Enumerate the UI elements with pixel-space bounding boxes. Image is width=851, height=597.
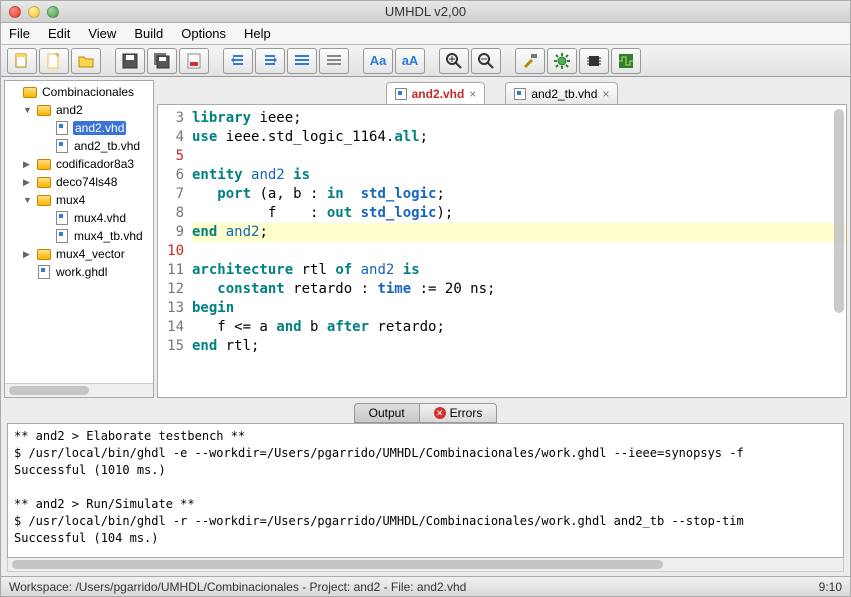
toolbar: AaaA	[1, 45, 850, 77]
editor-tabs: and2.vhd × and2_tb.vhd ×	[157, 80, 847, 104]
indent-right-icon[interactable]	[255, 48, 285, 74]
sidebar-scrollbar[interactable]	[5, 383, 153, 397]
editor-scrollbar[interactable]	[834, 109, 844, 313]
gear-icon[interactable]	[547, 48, 577, 74]
tree-root[interactable]: Combinacionales	[5, 83, 153, 101]
zoom-out-icon[interactable]	[471, 48, 501, 74]
hammer-icon[interactable]	[515, 48, 545, 74]
uncomment-icon[interactable]	[319, 48, 349, 74]
zoom-in-icon[interactable]	[439, 48, 469, 74]
new-doc-icon[interactable]	[39, 48, 69, 74]
output-tabs: Output ✕ Errors	[7, 401, 844, 423]
pdf-icon[interactable]	[179, 48, 209, 74]
output-scrollbar[interactable]	[7, 558, 844, 572]
output-panel: Output ✕ Errors ** and2 > Elaborate testbe…	[1, 401, 850, 576]
comment-icon[interactable]	[287, 48, 317, 74]
output-tab-label: Output	[369, 406, 405, 420]
tab-and2-vhd[interactable]: and2.vhd ×	[386, 82, 486, 104]
close-window-button[interactable]	[9, 6, 21, 18]
menu-help[interactable]: Help	[244, 26, 271, 41]
font-small-icon[interactable]: Aa	[363, 48, 393, 74]
output-tab-errors[interactable]: ✕ Errors	[419, 403, 498, 423]
code-editor[interactable]: 3456789101112131415 library ieee;use iee…	[157, 104, 847, 398]
error-icon: ✕	[434, 407, 446, 419]
output-text[interactable]: ** and2 > Elaborate testbench ** $ /usr/…	[7, 423, 844, 558]
zoom-window-button[interactable]	[47, 6, 59, 18]
tree-item-work-ghdl[interactable]: work.ghdl	[5, 263, 153, 281]
menu-options[interactable]: Options	[181, 26, 226, 41]
tab-and2-tb-vhd[interactable]: and2_tb.vhd ×	[505, 82, 618, 104]
tree-item-mux4[interactable]: ▼mux4	[5, 191, 153, 209]
tree-item-mux4-vhd[interactable]: mux4.vhd	[5, 209, 153, 227]
window-title: UMHDL v2,00	[1, 4, 850, 19]
code-area[interactable]: library ieee;use ieee.std_logic_1164.all…	[188, 105, 846, 397]
tree-item-mux4-tb-vhd[interactable]: mux4_tb.vhd	[5, 227, 153, 245]
save-icon[interactable]	[115, 48, 145, 74]
tree-item-deco74ls48[interactable]: ▶deco74ls48	[5, 173, 153, 191]
tree-item-mux4-vector[interactable]: ▶mux4_vector	[5, 245, 153, 263]
status-cursor-pos: 9:10	[819, 580, 842, 594]
statusbar: Workspace: /Users/pgarrido/UMHDL/Combina…	[1, 576, 850, 596]
tab-label: and2_tb.vhd	[531, 87, 597, 101]
project-tree[interactable]: Combinacionales▼and2and2.vhdand2_tb.vhd▶…	[4, 80, 154, 398]
menu-file[interactable]: File	[9, 26, 30, 41]
output-tab-output[interactable]: Output	[354, 403, 419, 423]
tree-item-and2[interactable]: ▼and2	[5, 101, 153, 119]
close-icon[interactable]: ×	[602, 87, 609, 101]
menu-build[interactable]: Build	[134, 26, 163, 41]
tree-item-and2-tb-vhd[interactable]: and2_tb.vhd	[5, 137, 153, 155]
indent-left-icon[interactable]	[223, 48, 253, 74]
save-all-icon[interactable]	[147, 48, 177, 74]
menubar: File Edit View Build Options Help	[1, 23, 850, 45]
menu-edit[interactable]: Edit	[48, 26, 70, 41]
font-large-icon[interactable]: aA	[395, 48, 425, 74]
new-file-icon[interactable]	[7, 48, 37, 74]
tree-item-codificador8a3[interactable]: ▶codificador8a3	[5, 155, 153, 173]
line-gutter: 3456789101112131415	[158, 105, 188, 397]
wave-icon[interactable]	[611, 48, 641, 74]
close-icon[interactable]: ×	[469, 87, 476, 101]
titlebar: UMHDL v2,00	[1, 1, 850, 23]
file-icon	[514, 88, 526, 100]
status-left: Workspace: /Users/pgarrido/UMHDL/Combina…	[9, 580, 466, 594]
tree-item-and2-vhd[interactable]: and2.vhd	[5, 119, 153, 137]
tab-label: and2.vhd	[412, 87, 465, 101]
file-icon	[395, 88, 407, 100]
menu-view[interactable]: View	[88, 26, 116, 41]
minimize-window-button[interactable]	[28, 6, 40, 18]
output-tab-label: Errors	[450, 406, 483, 420]
chip-icon[interactable]	[579, 48, 609, 74]
open-folder-icon[interactable]	[71, 48, 101, 74]
